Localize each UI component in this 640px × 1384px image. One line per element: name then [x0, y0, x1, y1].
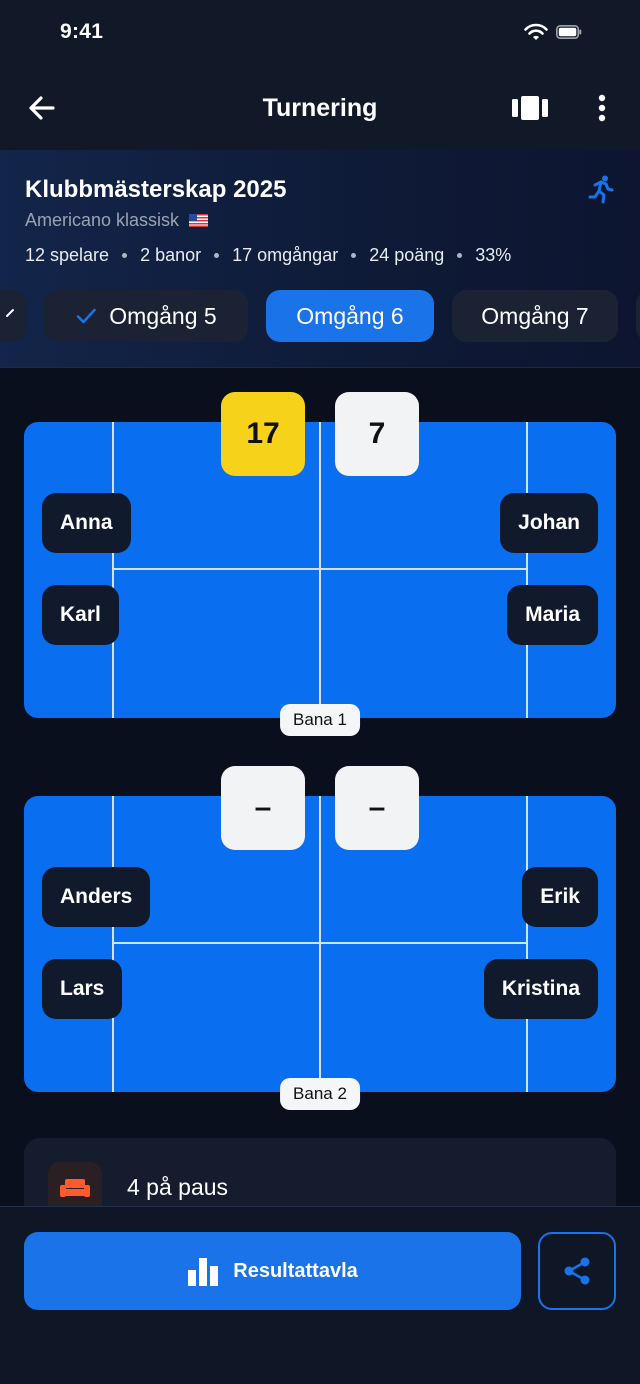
more-options-icon[interactable]	[590, 93, 614, 123]
tab-label: Omgång 7	[481, 302, 589, 329]
court-line	[112, 422, 114, 718]
court-net	[319, 422, 321, 718]
court-line	[112, 796, 114, 1092]
tab-next-round-partial[interactable]	[636, 290, 640, 342]
court-line	[112, 942, 528, 944]
courts-view-icon[interactable]	[512, 94, 548, 122]
running-person-icon[interactable]	[586, 174, 616, 204]
share-button[interactable]	[538, 1232, 616, 1310]
separator-dot	[457, 253, 463, 258]
tab-label: Omgång 6	[296, 302, 404, 329]
player-chip[interactable]: Karl	[42, 585, 119, 645]
stat-progress: 33%	[475, 245, 512, 265]
stat-rounds: 17 omgångar	[232, 245, 339, 265]
separator-dot	[351, 253, 357, 258]
tournament-header: Klubbmästerskap 2025 Americano klassisk …	[0, 150, 640, 368]
check-icon	[6, 309, 14, 317]
court-card: – – Anders Lars Erik Kristina Bana 2	[24, 766, 616, 1110]
score-right[interactable]: –	[335, 766, 419, 850]
bar-chart-icon	[188, 1258, 219, 1286]
sofa-icon	[60, 1179, 90, 1197]
stat-players: 12 spelare	[25, 245, 110, 265]
status-time: 9:41	[60, 20, 104, 43]
court-label: Bana 2	[280, 1078, 360, 1110]
tab-round-7[interactable]: Omgång 7	[452, 290, 618, 342]
status-bar: 9:41	[0, 0, 640, 66]
score-left[interactable]: 17	[221, 392, 305, 476]
round-tabs: Omgång 5 Omgång 6 Omgång 7	[0, 290, 640, 344]
tab-round-5[interactable]: Omgång 5	[44, 290, 248, 342]
player-chip[interactable]: Maria	[507, 585, 598, 645]
separator-dot	[122, 253, 128, 258]
pause-count: 4 på paus	[127, 1174, 229, 1200]
check-icon	[76, 308, 97, 324]
wifi-icon	[524, 23, 548, 40]
court-label: Bana 1	[280, 704, 360, 736]
share-icon	[564, 1257, 590, 1285]
court-card: 17 7 Anna Karl Johan Maria Bana 1	[24, 392, 616, 736]
stat-points: 24 poäng	[369, 245, 445, 265]
court-line	[526, 422, 528, 718]
player-chip[interactable]: Kristina	[483, 959, 598, 1019]
court-line	[526, 796, 528, 1092]
nav-bar: Turnering	[0, 66, 640, 150]
player-chip[interactable]: Lars	[42, 959, 123, 1019]
tournament-format: Americano klassisk	[25, 210, 180, 230]
tab-previous-round-partial[interactable]	[0, 290, 26, 342]
score-left[interactable]: –	[221, 766, 305, 850]
score-right[interactable]: 7	[335, 392, 419, 476]
leaderboard-button[interactable]: Resultattavla	[24, 1232, 521, 1310]
court-net	[319, 796, 321, 1092]
stat-courts: 2 banor	[140, 245, 202, 265]
court-line	[112, 568, 528, 570]
battery-icon	[556, 25, 582, 39]
player-chip[interactable]: Anders	[42, 867, 151, 927]
player-chip[interactable]: Johan	[500, 493, 598, 553]
format-line: Americano klassisk	[25, 210, 209, 231]
leaderboard-label: Resultattavla	[233, 1259, 358, 1282]
bottom-action-bar: Resultattavla	[0, 1206, 640, 1384]
tournament-name: Klubbmästerskap 2025	[25, 176, 287, 203]
tab-label: Omgång 5	[109, 302, 217, 329]
player-chip[interactable]: Erik	[522, 867, 598, 927]
player-chip[interactable]: Anna	[42, 493, 131, 553]
separator-dot	[214, 253, 220, 258]
tournament-stats: 12 spelare 2 banor 17 omgångar 24 poäng …	[25, 245, 511, 266]
tab-round-6[interactable]: Omgång 6	[266, 290, 434, 342]
us-flag-icon	[189, 214, 209, 227]
